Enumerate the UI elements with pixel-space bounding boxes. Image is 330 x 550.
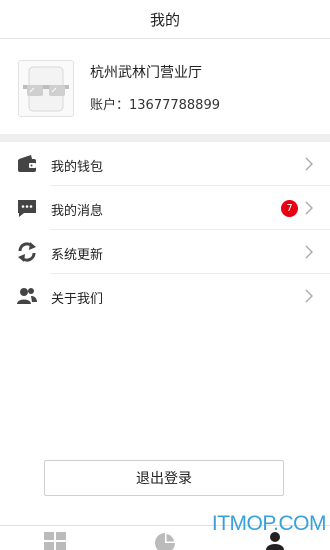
account-label: 账户： — [90, 98, 130, 113]
menu-item-about[interactable]: 关于我们 — [0, 274, 330, 318]
people-icon — [17, 288, 37, 304]
wallet-icon — [18, 155, 36, 172]
settings-menu: 我的钱包 我的消息 7 系统更新 关于我们 — [0, 142, 330, 318]
grid-icon[interactable] — [44, 532, 66, 550]
chevron-right-icon — [305, 201, 313, 215]
profile-card[interactable]: 杭州武林门营业厅 账户：13677788899 — [0, 40, 330, 134]
page-title: 我的 — [149, 10, 180, 29]
watermark: ITMOP.COM — [211, 512, 327, 535]
account-info: 账户：13677788899 — [90, 94, 220, 113]
shop-name: 杭州武林门营业厅 — [90, 65, 202, 81]
store-avatar-icon — [23, 66, 69, 112]
pie-chart-icon[interactable] — [154, 532, 176, 550]
chevron-right-icon — [305, 157, 313, 171]
chevron-right-icon — [305, 245, 313, 259]
refresh-icon — [18, 242, 36, 262]
menu-item-label: 我的消息 — [51, 204, 104, 219]
message-icon — [18, 200, 36, 217]
menu-item-update[interactable]: 系统更新 — [0, 230, 330, 274]
unread-badge: 7 — [281, 200, 298, 217]
chevron-right-icon — [305, 289, 313, 303]
section-divider — [0, 134, 330, 142]
page-header: 我的 — [0, 0, 330, 39]
account-number: 13677788899 — [129, 98, 220, 113]
menu-item-label: 关于我们 — [51, 292, 104, 307]
avatar — [18, 60, 74, 117]
menu-item-label: 我的钱包 — [51, 160, 104, 175]
menu-item-messages[interactable]: 我的消息 7 — [0, 186, 330, 230]
menu-item-wallet[interactable]: 我的钱包 — [0, 142, 330, 186]
logout-button[interactable]: 退出登录 — [44, 460, 284, 496]
menu-item-label: 系统更新 — [51, 248, 104, 263]
